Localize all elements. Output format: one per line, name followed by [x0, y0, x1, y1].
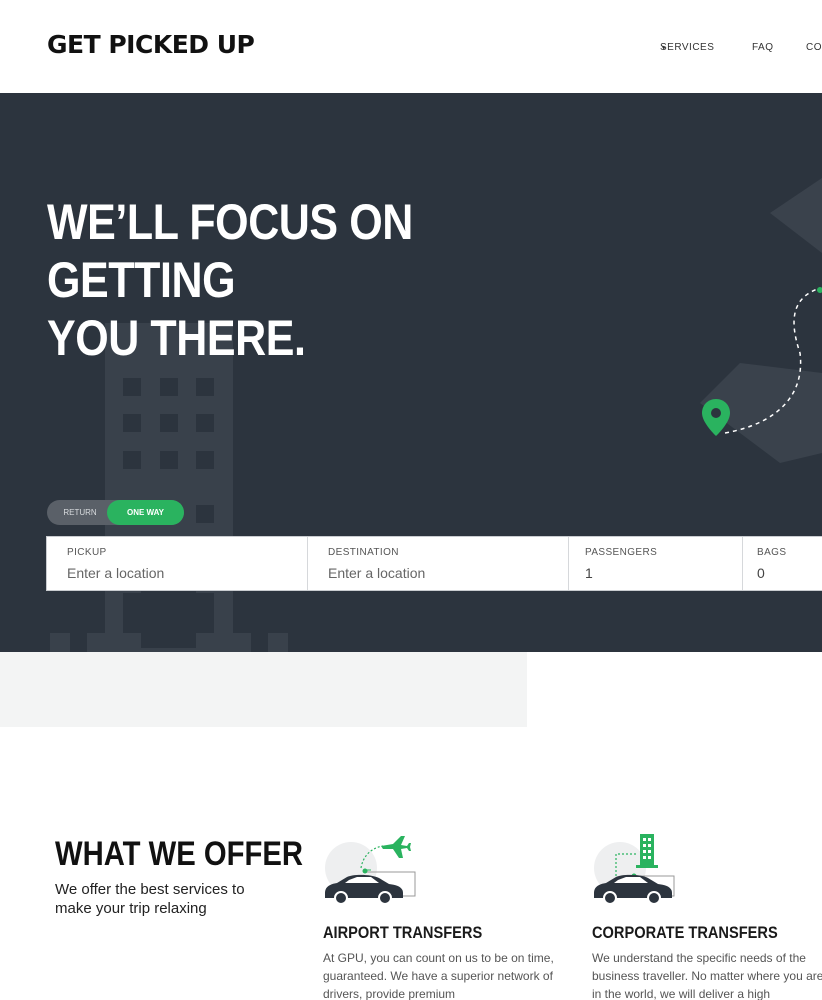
one-way-option[interactable]: ONE WAY — [107, 500, 184, 525]
hero-section: WE’LL FOCUS ON GETTING YOU THERE. RETURN… — [0, 93, 822, 652]
service-card-text: We understand the specific needs of the … — [592, 951, 822, 1000]
trip-type-toggle[interactable]: RETURN ONE WAY — [47, 500, 184, 525]
hero-headline-line: YOU THERE. — [47, 310, 306, 366]
destination-field: DESTINATION — [308, 537, 569, 590]
nav-item-services[interactable]: SERVICES ▾ — [660, 42, 714, 53]
bags-input[interactable] — [757, 565, 822, 581]
bags-label: BAGS — [757, 547, 787, 558]
site-header: GET PICKED UP SERVICES ▾ FAQ CO — [0, 0, 822, 93]
bags-field: BAGS — [743, 537, 822, 590]
service-card-title: AIRPORT TRANSFERS — [323, 923, 483, 942]
offer-subtitle: We offer the best services to make your … — [55, 881, 245, 917]
hero-headline-line: GETTING — [47, 252, 236, 308]
service-card-title: CORPORATE TRANSFERS — [592, 923, 778, 942]
destination-label: DESTINATION — [328, 547, 399, 558]
nav-item-faq[interactable]: FAQ — [752, 42, 774, 53]
destination-input[interactable] — [328, 565, 528, 581]
section-divider-strip — [0, 652, 527, 727]
site-logo[interactable]: GET PICKED UP — [47, 30, 255, 59]
passengers-field: PASSENGERS — [569, 537, 743, 590]
pickup-label: PICKUP — [67, 547, 107, 558]
pickup-field: PICKUP — [47, 537, 308, 590]
nav-services-label: SERVICES — [660, 42, 715, 53]
service-card-text: At GPU, you can count on us to be on tim… — [323, 951, 554, 1000]
hero-headline-line: WE’LL FOCUS ON — [47, 194, 413, 250]
nav-item-contact[interactable]: CO — [806, 42, 822, 53]
passengers-input[interactable] — [585, 565, 725, 581]
booking-form: PICKUP DESTINATION PASSENGERS BAGS — [46, 536, 822, 591]
passengers-label: PASSENGERS — [585, 547, 658, 558]
return-option[interactable]: RETURN — [47, 500, 113, 525]
pickup-input[interactable] — [67, 565, 267, 581]
offer-heading: WHAT WE OFFER — [55, 835, 303, 873]
map-pin-icon — [702, 399, 730, 436]
corporate-car-icon — [594, 834, 675, 905]
hero-headline: WE’LL FOCUS ON GETTING YOU THERE. — [47, 193, 413, 367]
airport-car-icon — [325, 836, 416, 905]
